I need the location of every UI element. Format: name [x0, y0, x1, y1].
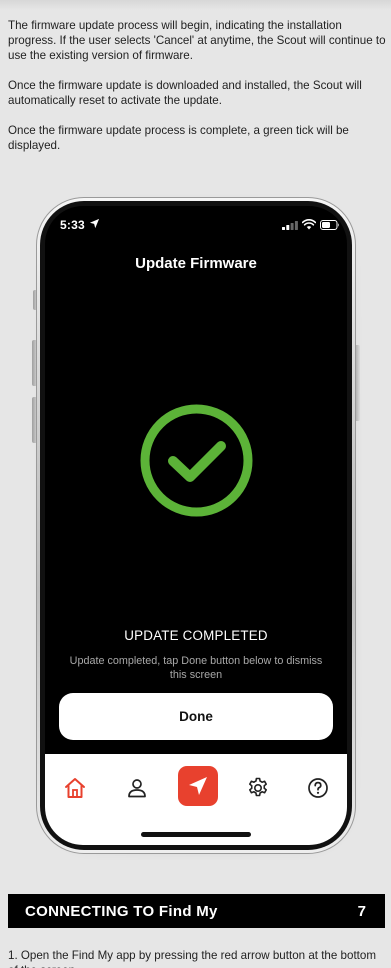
- section-header: CONNECTING TO Find My 7: [8, 894, 385, 928]
- check-circle-icon: [140, 404, 253, 517]
- page-number: 7: [357, 903, 366, 920]
- screen-title: Update Firmware: [135, 255, 257, 272]
- home-icon: [65, 778, 85, 798]
- step-1-text: 1. Open the Find My app by pressing the …: [8, 949, 376, 968]
- intro-text: The firmware update process will begin, …: [8, 18, 386, 168]
- tab-find-my[interactable]: [178, 766, 218, 806]
- intro-paragraph-1: The firmware update process will begin, …: [8, 19, 386, 62]
- tab-home[interactable]: [57, 770, 93, 806]
- done-button[interactable]: Done: [59, 693, 333, 740]
- help-icon: [308, 778, 328, 798]
- gear-icon: [249, 777, 267, 797]
- location-arrow-icon: [89, 218, 100, 229]
- phone-screen: 5:33 Update Firmware UPDATE COMPLETED Up…: [45, 206, 347, 845]
- section-title: CONNECTING TO Find My: [25, 903, 218, 920]
- tab-help[interactable]: [300, 770, 336, 806]
- tab-settings[interactable]: [240, 770, 276, 806]
- battery-icon: [320, 220, 339, 230]
- top-fade: [0, 0, 391, 10]
- home-indicator: [141, 832, 251, 837]
- status-bar: 5:33: [45, 206, 347, 246]
- status-time: 5:33: [60, 218, 85, 232]
- update-completed-title: UPDATE COMPLETED: [124, 628, 268, 643]
- wifi-icon: [302, 219, 316, 230]
- update-completed-subtitle: Update completed, tap Done button below …: [69, 655, 323, 681]
- manual-page: The firmware update process will begin, …: [0, 0, 391, 968]
- intro-paragraph-3: Once the firmware update process is comp…: [8, 124, 349, 152]
- signal-icon: [282, 221, 298, 230]
- navigation-arrow-icon: [189, 777, 207, 795]
- tab-profile[interactable]: [119, 770, 155, 806]
- tab-bar: [45, 754, 347, 845]
- intro-paragraph-2: Once the firmware update is downloaded a…: [8, 79, 362, 107]
- user-icon: [128, 779, 146, 798]
